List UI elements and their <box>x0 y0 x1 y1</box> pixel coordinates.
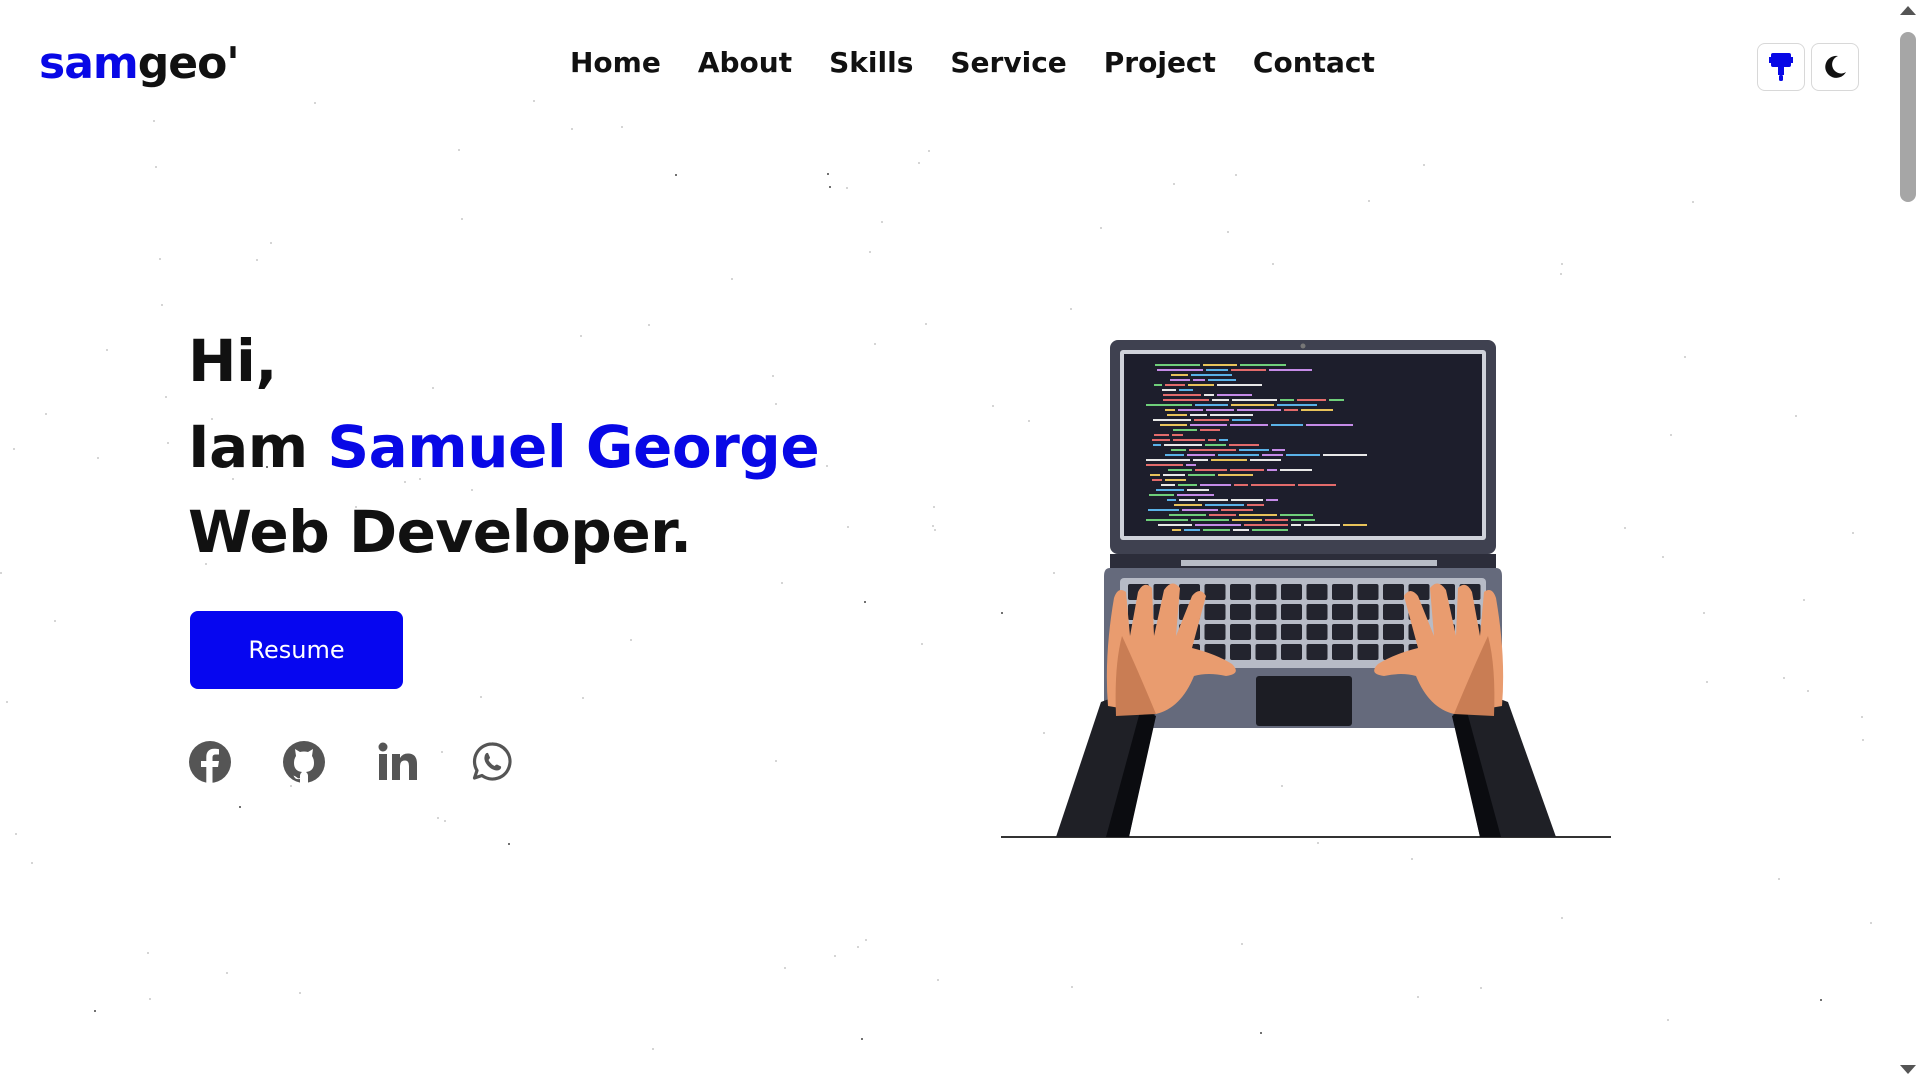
hero-intro: Iam Samuel George <box>188 413 820 481</box>
whatsapp-icon <box>472 742 512 781</box>
scroll-down-arrow[interactable] <box>1900 1065 1916 1074</box>
facebook-link[interactable] <box>188 740 232 784</box>
nav-about[interactable]: About <box>698 46 792 79</box>
nav-home[interactable]: Home <box>570 46 661 79</box>
linkedin-icon <box>378 742 417 780</box>
site-logo[interactable]: samgeo' <box>39 38 240 89</box>
scroll-up-arrow[interactable] <box>1900 6 1916 15</box>
nav-project[interactable]: Project <box>1104 46 1216 79</box>
hero-name: Samuel George <box>327 413 820 481</box>
paint-roller-icon <box>1769 53 1793 81</box>
resume-button[interactable]: Resume <box>190 611 403 689</box>
page-scrollbar[interactable] <box>1896 0 1920 1080</box>
github-icon <box>283 741 325 783</box>
moon-icon <box>1825 55 1846 78</box>
theme-color-button[interactable] <box>1757 43 1805 91</box>
developer-laptop-illustration <box>1001 340 1611 838</box>
whatsapp-link[interactable] <box>470 740 514 784</box>
nav-skills[interactable]: Skills <box>829 46 913 79</box>
dark-mode-toggle[interactable] <box>1811 43 1859 91</box>
github-link[interactable] <box>282 740 326 784</box>
nav-service[interactable]: Service <box>950 46 1066 79</box>
social-links <box>188 740 514 784</box>
facebook-icon <box>189 741 231 783</box>
scroll-thumb[interactable] <box>1900 32 1916 202</box>
hero-role: Web Developer. <box>188 498 692 566</box>
main-nav: Home About Skills Service Project Contac… <box>570 46 1375 79</box>
linkedin-link[interactable] <box>376 740 420 784</box>
nav-contact[interactable]: Contact <box>1253 46 1375 79</box>
hero-greeting: Hi, <box>188 327 277 395</box>
